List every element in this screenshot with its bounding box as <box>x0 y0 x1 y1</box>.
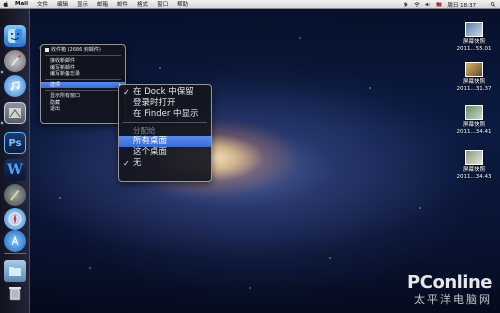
menu-mailbox[interactable]: 邮箱 <box>97 0 108 8</box>
watermark: PConline 太平洋电脑网 <box>407 272 492 307</box>
safari-compass-icon[interactable] <box>4 208 26 230</box>
submenu-open-at-login[interactable]: 登录时打开 <box>119 98 211 109</box>
running-indicator <box>1 122 3 124</box>
keep-in-dock-label: 在 Dock 中保留 <box>133 87 194 97</box>
checkbox-icon <box>45 47 49 52</box>
screenshot-thumbnail <box>465 150 483 165</box>
launchpad-rocket-icon[interactable] <box>4 50 26 72</box>
options-submenu: ✓ 在 Dock 中保留 登录时打开 在 Finder 中显示 分配给 所有桌面 … <box>118 84 212 182</box>
menu-bar: Mail 文件 编辑 显示 邮箱 邮件 格式 窗口 帮助 周日 18:37 <box>0 0 500 9</box>
menu-separator <box>45 55 121 57</box>
running-indicator <box>1 71 3 73</box>
menu-clock[interactable]: 周日 18:37 <box>447 1 476 9</box>
submenu-this-desktop[interactable]: 这个桌面 <box>119 147 211 158</box>
app-store-icon[interactable] <box>4 230 26 252</box>
desktop-file[interactable]: 屏幕快照 2011...31.37 <box>452 62 496 92</box>
menu-window[interactable]: 窗口 <box>157 0 168 8</box>
desktop-file[interactable]: 屏幕快照 2011...34.43 <box>452 150 496 180</box>
submenu-none[interactable]: ✓ 无 <box>119 158 211 169</box>
none-label: 无 <box>133 158 142 168</box>
desktop-file[interactable]: 屏幕快照 2011...34.41 <box>452 105 496 135</box>
photoshop-icon[interactable]: Ps <box>4 132 26 154</box>
file-name-suffix: 2011...34.41 <box>456 128 492 135</box>
file-name-suffix: 2011...55.01 <box>456 45 492 52</box>
submenu-keep-in-dock[interactable]: ✓ 在 Dock 中保留 <box>119 87 211 98</box>
menu-format[interactable]: 格式 <box>137 0 148 8</box>
menu-edit[interactable]: 编辑 <box>57 0 68 8</box>
dock-divider <box>4 253 26 254</box>
inbox-label: 收件箱 (2686 封邮件) <box>51 47 101 53</box>
file-name-suffix: 2011...34.43 <box>456 173 492 180</box>
word-icon[interactable]: W <box>4 159 26 181</box>
menu-item-new-note[interactable]: 编写新备忘录 <box>41 71 125 77</box>
brush-tool-icon[interactable] <box>4 184 26 206</box>
menu-item-quit[interactable]: 退出 <box>41 106 125 112</box>
menu-file[interactable]: 文件 <box>37 0 48 8</box>
wifi-icon[interactable] <box>414 2 421 7</box>
applications-folder-icon[interactable] <box>4 260 26 282</box>
menu-separator <box>45 79 121 81</box>
menu-view[interactable]: 显示 <box>77 0 88 8</box>
watermark-subtitle: 太平洋电脑网 <box>414 293 492 306</box>
bluetooth-icon[interactable] <box>403 2 409 7</box>
file-name-suffix: 2011...31.37 <box>456 85 492 92</box>
checkmark-icon: ✓ <box>123 159 130 168</box>
menu-separator <box>45 90 121 92</box>
menu-message[interactable]: 邮件 <box>117 0 128 8</box>
menu-item-options[interactable]: 选项 ▶ <box>41 82 125 89</box>
trash-icon[interactable] <box>4 282 26 304</box>
mail-stamp-icon[interactable] <box>4 102 26 124</box>
screenshot-thumbnail <box>465 22 483 37</box>
desktop-file[interactable]: 屏幕快照 2011...55.01 <box>452 22 496 52</box>
dock-context-menu: 收件箱 (2686 封邮件) 接收新邮件 编写新邮件 编写新备忘录 选项 ▶ 显… <box>40 44 126 124</box>
volume-icon[interactable] <box>425 2 431 7</box>
spotlight-search-icon[interactable] <box>490 2 496 7</box>
dock: Ps W <box>0 9 30 313</box>
submenu-show-in-finder[interactable]: 在 Finder 中显示 <box>119 109 211 120</box>
screenshot-thumbnail <box>465 105 483 120</box>
checkmark-icon: ✓ <box>123 88 130 97</box>
menu-app-name[interactable]: Mail <box>15 1 28 7</box>
apple-menu-icon[interactable] <box>3 1 9 7</box>
flag-icon[interactable] <box>436 2 442 7</box>
itunes-icon[interactable] <box>4 75 26 97</box>
submenu-assign-to-header: 分配给 <box>133 126 156 135</box>
watermark-logo: PConline <box>407 272 492 293</box>
menu-separator <box>123 122 207 123</box>
screenshot-thumbnail <box>465 62 483 77</box>
menu-help[interactable]: 帮助 <box>177 0 188 8</box>
options-label: 选项 <box>50 82 61 89</box>
submenu-all-desktops[interactable]: 所有桌面 <box>119 136 211 147</box>
menu-item-inbox[interactable]: 收件箱 (2686 封邮件) <box>41 47 125 53</box>
finder-icon[interactable] <box>4 25 26 47</box>
